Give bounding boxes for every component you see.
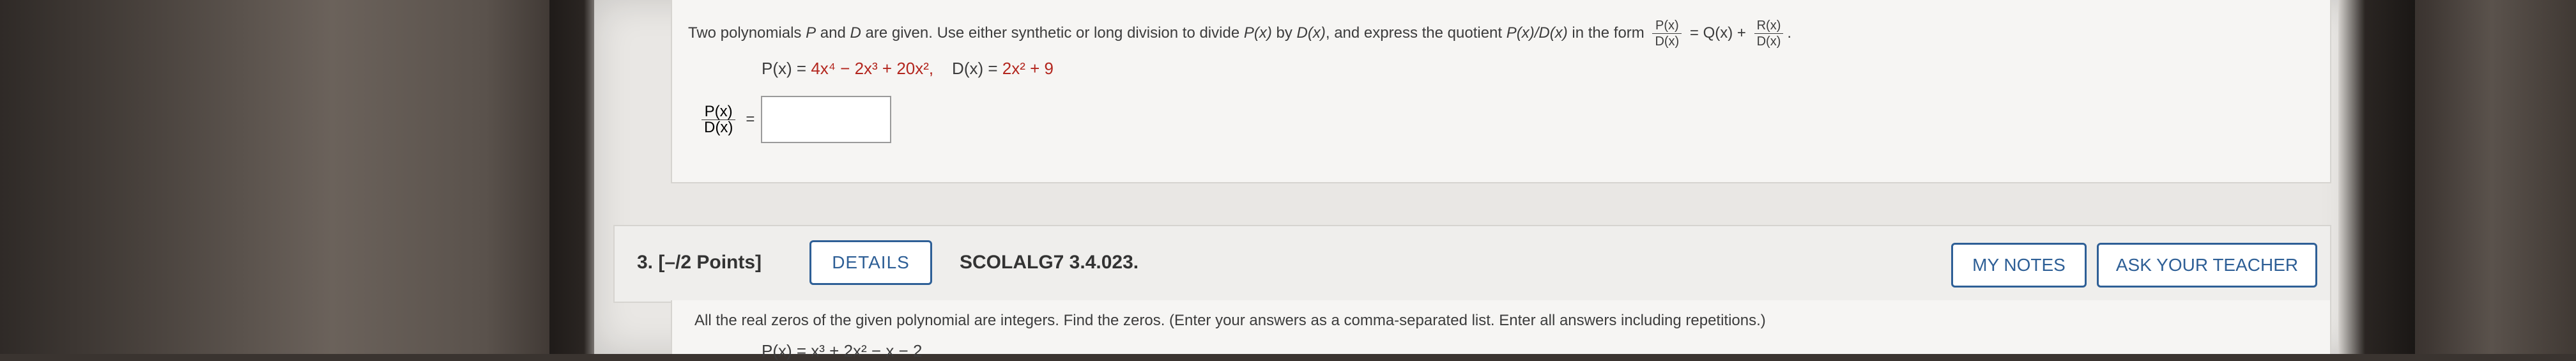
p-polynomial: 4x⁴ − 2x³ + 20x², (811, 59, 934, 78)
d-polynomial: 2x² + 9 (1002, 59, 1054, 78)
question-2-body: Two polynomials P and D are given. Use e… (671, 0, 2331, 183)
question-3-header: 3. [–/2 Points] DETAILS SCOLALG7 3.4.023… (613, 225, 2331, 303)
my-notes-button[interactable]: MY NOTES (1951, 243, 2087, 288)
answer-row: P(x) D(x) = (698, 96, 892, 143)
polynomial-definitions: P(x) = 4x⁴ − 2x³ + 20x², D(x) = 2x² + 9 (762, 59, 1054, 78)
remainder-fraction: R(x) D(x) (1754, 18, 1784, 49)
question-number-points: 3. [–/2 Points] (637, 252, 762, 273)
answer-fraction-label: P(x) D(x) (702, 104, 736, 135)
question-3-body: All the real zeros of the given polynomi… (671, 300, 2331, 360)
question-prompt: Two polynomials P and D are given. Use e… (688, 18, 1792, 49)
question-instruction: All the real zeros of the given polynomi… (694, 312, 1766, 329)
answer-input[interactable] (761, 96, 892, 143)
ask-your-teacher-button[interactable]: ASK YOUR TEACHER (2097, 243, 2317, 288)
question-polynomial: P(x) = x³ + 2x² − x − 2 (762, 341, 923, 360)
form-fraction: P(x) D(x) (1652, 18, 1682, 49)
monitor-bezel-right (2338, 0, 2415, 354)
question-code: SCOLALG7 3.4.023. (960, 252, 1139, 273)
details-button[interactable]: DETAILS (809, 240, 932, 285)
